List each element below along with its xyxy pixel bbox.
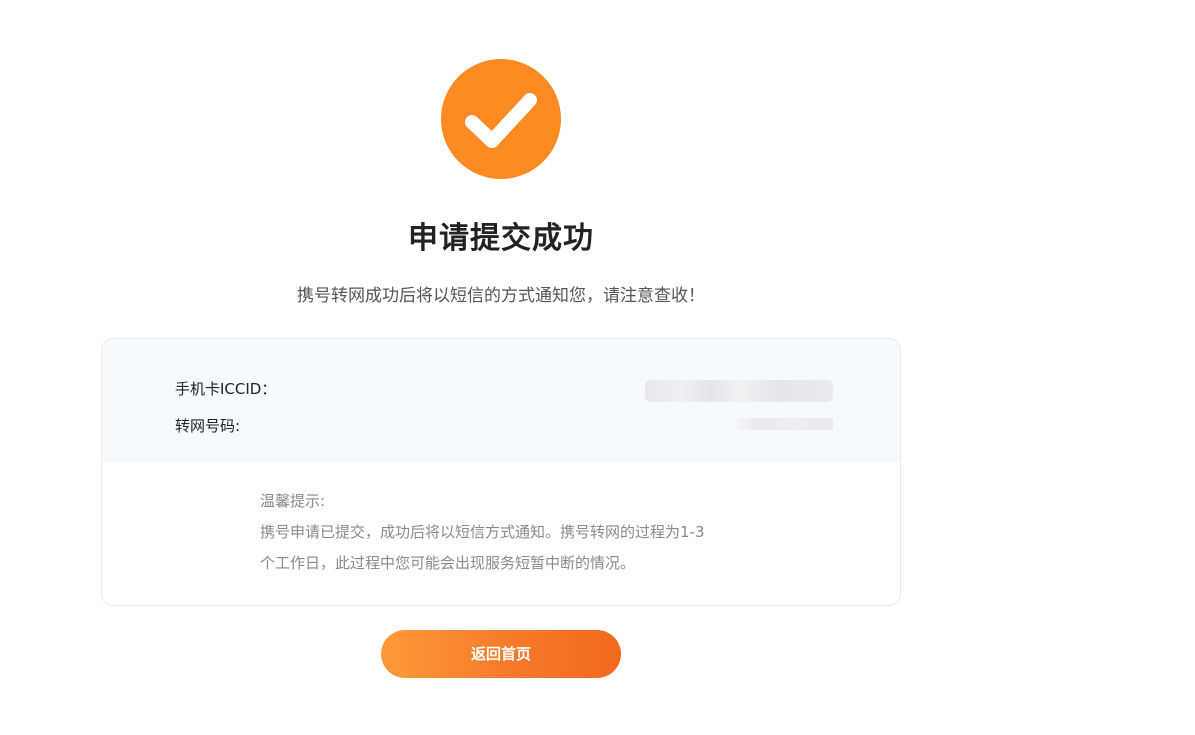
tips-text-line: 携号申请已提交，成功后将以短信方式通知。携号转网的过程为1-3 bbox=[260, 523, 705, 541]
number-value-redacted bbox=[737, 418, 833, 430]
page-title: 申请提交成功 bbox=[408, 221, 594, 256]
checkmark-icon bbox=[465, 93, 537, 148]
tips-title: 温馨提示: bbox=[260, 492, 326, 510]
tips-section: 温馨提示: 携号申请已提交，成功后将以短信方式通知。携号转网的过程为1-3 个工… bbox=[260, 486, 760, 579]
number-label: 转网号码: bbox=[175, 417, 241, 435]
iccid-value-redacted bbox=[645, 380, 833, 402]
iccid-label: 手机卡ICCID： bbox=[175, 380, 277, 398]
check-circle-icon bbox=[441, 59, 561, 179]
back-home-button[interactable]: 返回首页 bbox=[381, 630, 621, 678]
tips-text-line: 个工作日，此过程中您可能会出现服务短暂中断的情况。 bbox=[260, 554, 636, 572]
result-subtitle: 携号转网成功后将以短信的方式通知您，请注意查收！ bbox=[297, 286, 705, 306]
info-summary: 手机卡ICCID： 转网号码: bbox=[102, 339, 900, 462]
iccid-row: 手机卡ICCID： bbox=[175, 377, 835, 402]
number-row: 转网号码: bbox=[175, 414, 835, 438]
info-card: 手机卡ICCID： 转网号码: 温馨提示: 携号申请已提交，成功后将以短信方式通… bbox=[101, 338, 901, 606]
